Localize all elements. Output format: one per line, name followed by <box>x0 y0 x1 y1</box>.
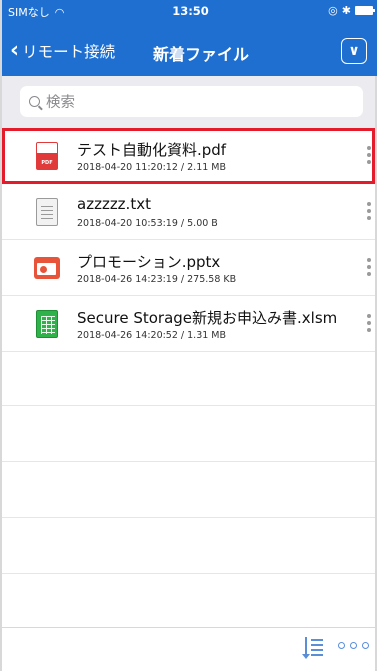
page-title: 新着ファイル <box>153 45 250 64</box>
status-icons: ◎ ✱ <box>328 4 375 17</box>
file-name: テスト自動化資料.pdf <box>77 141 227 159</box>
status-bar: SIMなし ◠ 13:50 ◎ ✱ <box>2 0 377 22</box>
list-divider <box>2 574 375 630</box>
file-meta: 2018-04-26 14:20:52 / 1.31 MB <box>77 330 227 341</box>
file-meta: 2018-04-20 11:20:12 / 2.11 MB <box>77 162 227 173</box>
sort-bars <box>311 639 323 657</box>
file-name: プロモーション.pptx <box>77 253 221 271</box>
navigation-bar: ‹ リモート接続 新着ファイル ∨ <box>2 30 377 74</box>
double-chevron-down-icon: ∨ <box>348 43 360 59</box>
search-icon <box>29 96 40 107</box>
powerpoint-file-icon <box>34 257 60 279</box>
more-menu-button[interactable] <box>338 642 369 649</box>
file-row[interactable]: azzzzz.txt 2018-04-20 10:53:19 / 5.00 B <box>2 184 375 240</box>
file-name: azzzzz.txt <box>77 195 151 213</box>
file-name: Secure Storage新規お申込み書.xlsm <box>77 309 338 327</box>
list-divider <box>2 406 375 462</box>
chevron-left-icon: ‹ <box>10 38 20 63</box>
list-divider <box>2 518 375 574</box>
search-input[interactable]: 検索 <box>20 86 363 117</box>
clock: 13:50 <box>172 4 209 18</box>
sort-icon[interactable] <box>302 637 325 661</box>
file-row[interactable]: Secure Storage新規お申込み書.xlsm 2018-04-26 14… <box>2 296 375 352</box>
empty-list-rows <box>2 350 375 630</box>
battery-icon <box>355 6 375 15</box>
back-button[interactable]: ‹ リモート接続 <box>10 40 115 62</box>
pdf-badge: PDF <box>41 160 53 166</box>
search-placeholder: 検索 <box>46 95 75 111</box>
list-divider <box>2 350 375 406</box>
more-options-icon[interactable] <box>367 314 371 332</box>
file-meta: 2018-04-20 10:53:19 / 5.00 B <box>77 218 218 229</box>
pdf-file-icon: PDF <box>36 142 58 170</box>
text-file-icon <box>36 198 58 226</box>
more-options-icon[interactable] <box>367 146 371 164</box>
more-options-icon[interactable] <box>367 258 371 276</box>
collapse-button[interactable]: ∨ <box>341 38 367 64</box>
file-row[interactable]: PDF テスト自動化資料.pdf 2018-04-20 11:20:12 / 2… <box>2 128 375 184</box>
header: SIMなし ◠ 13:50 ◎ ✱ ‹ リモート接続 新着ファイル ∨ <box>2 0 377 76</box>
orientation-lock-icon: ◎ <box>328 4 338 17</box>
bottom-toolbar <box>2 627 375 671</box>
list-divider <box>2 462 375 518</box>
file-meta: 2018-04-26 14:23:19 / 275.58 KB <box>77 274 237 285</box>
search-bar: 検索 <box>2 76 375 128</box>
excel-file-icon <box>36 310 58 338</box>
file-list: PDF テスト自動化資料.pdf 2018-04-20 11:20:12 / 2… <box>2 128 375 352</box>
back-label: リモート接続 <box>22 43 116 61</box>
sort-arrow <box>302 637 310 659</box>
app-screen: SIMなし ◠ 13:50 ◎ ✱ ‹ リモート接続 新着ファイル ∨ 検索 P… <box>0 0 377 671</box>
bluetooth-icon: ✱ <box>341 4 351 17</box>
more-options-icon[interactable] <box>367 202 371 220</box>
file-row[interactable]: プロモーション.pptx 2018-04-26 14:23:19 / 275.5… <box>2 240 375 296</box>
